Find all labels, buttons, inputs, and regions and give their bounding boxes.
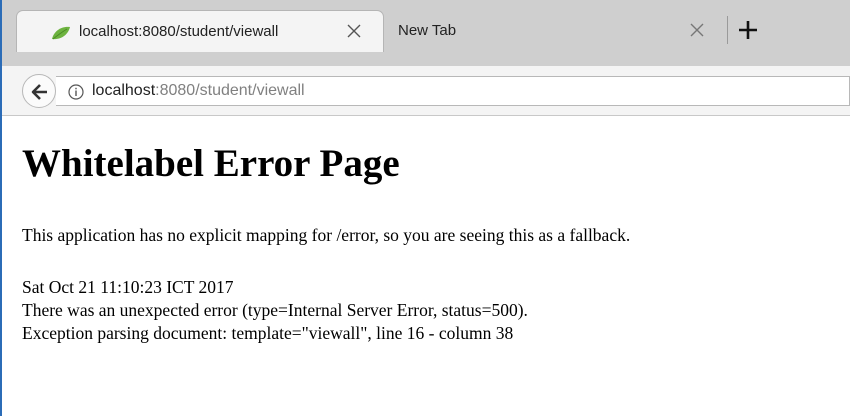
tab-active[interactable]: localhost:8080/student/viewall: [16, 10, 384, 52]
arrow-left-icon: [31, 84, 47, 100]
url-path: :8080/student/viewall: [155, 82, 305, 99]
error-message: This application has no explicit mapping…: [22, 225, 631, 245]
new-tab-button[interactable]: [736, 18, 760, 42]
tab-strip: localhost:8080/student/viewall New Tab: [2, 0, 850, 66]
error-exception: Exception parsing document: template="vi…: [22, 323, 514, 343]
tab-new-tab[interactable]: New Tab: [382, 10, 722, 52]
error-timestamp: Sat Oct 21 11:10:23 ICT 2017: [22, 277, 234, 297]
close-icon[interactable]: [688, 21, 706, 39]
plus-icon: [739, 21, 757, 39]
close-icon[interactable]: [345, 22, 363, 40]
url-text[interactable]: localhost:8080/student/viewall: [92, 82, 305, 100]
tab-title: localhost:8080/student/viewall: [79, 23, 279, 40]
url-host: localhost: [92, 82, 156, 99]
tab-title: New Tab: [398, 22, 457, 39]
page-content: Whitelabel Error Page This application h…: [2, 117, 850, 416]
back-button[interactable]: [22, 74, 56, 108]
browser-toolbar: localhost:8080/student/viewall: [2, 66, 850, 116]
address-bar[interactable]: localhost:8080/student/viewall: [56, 76, 850, 106]
info-icon[interactable]: [68, 84, 84, 100]
tab-divider: [727, 16, 728, 44]
error-status: There was an unexpected error (type=Inte…: [22, 300, 528, 320]
page-title: Whitelabel Error Page: [22, 142, 400, 185]
spring-leaf-icon: [51, 25, 71, 41]
